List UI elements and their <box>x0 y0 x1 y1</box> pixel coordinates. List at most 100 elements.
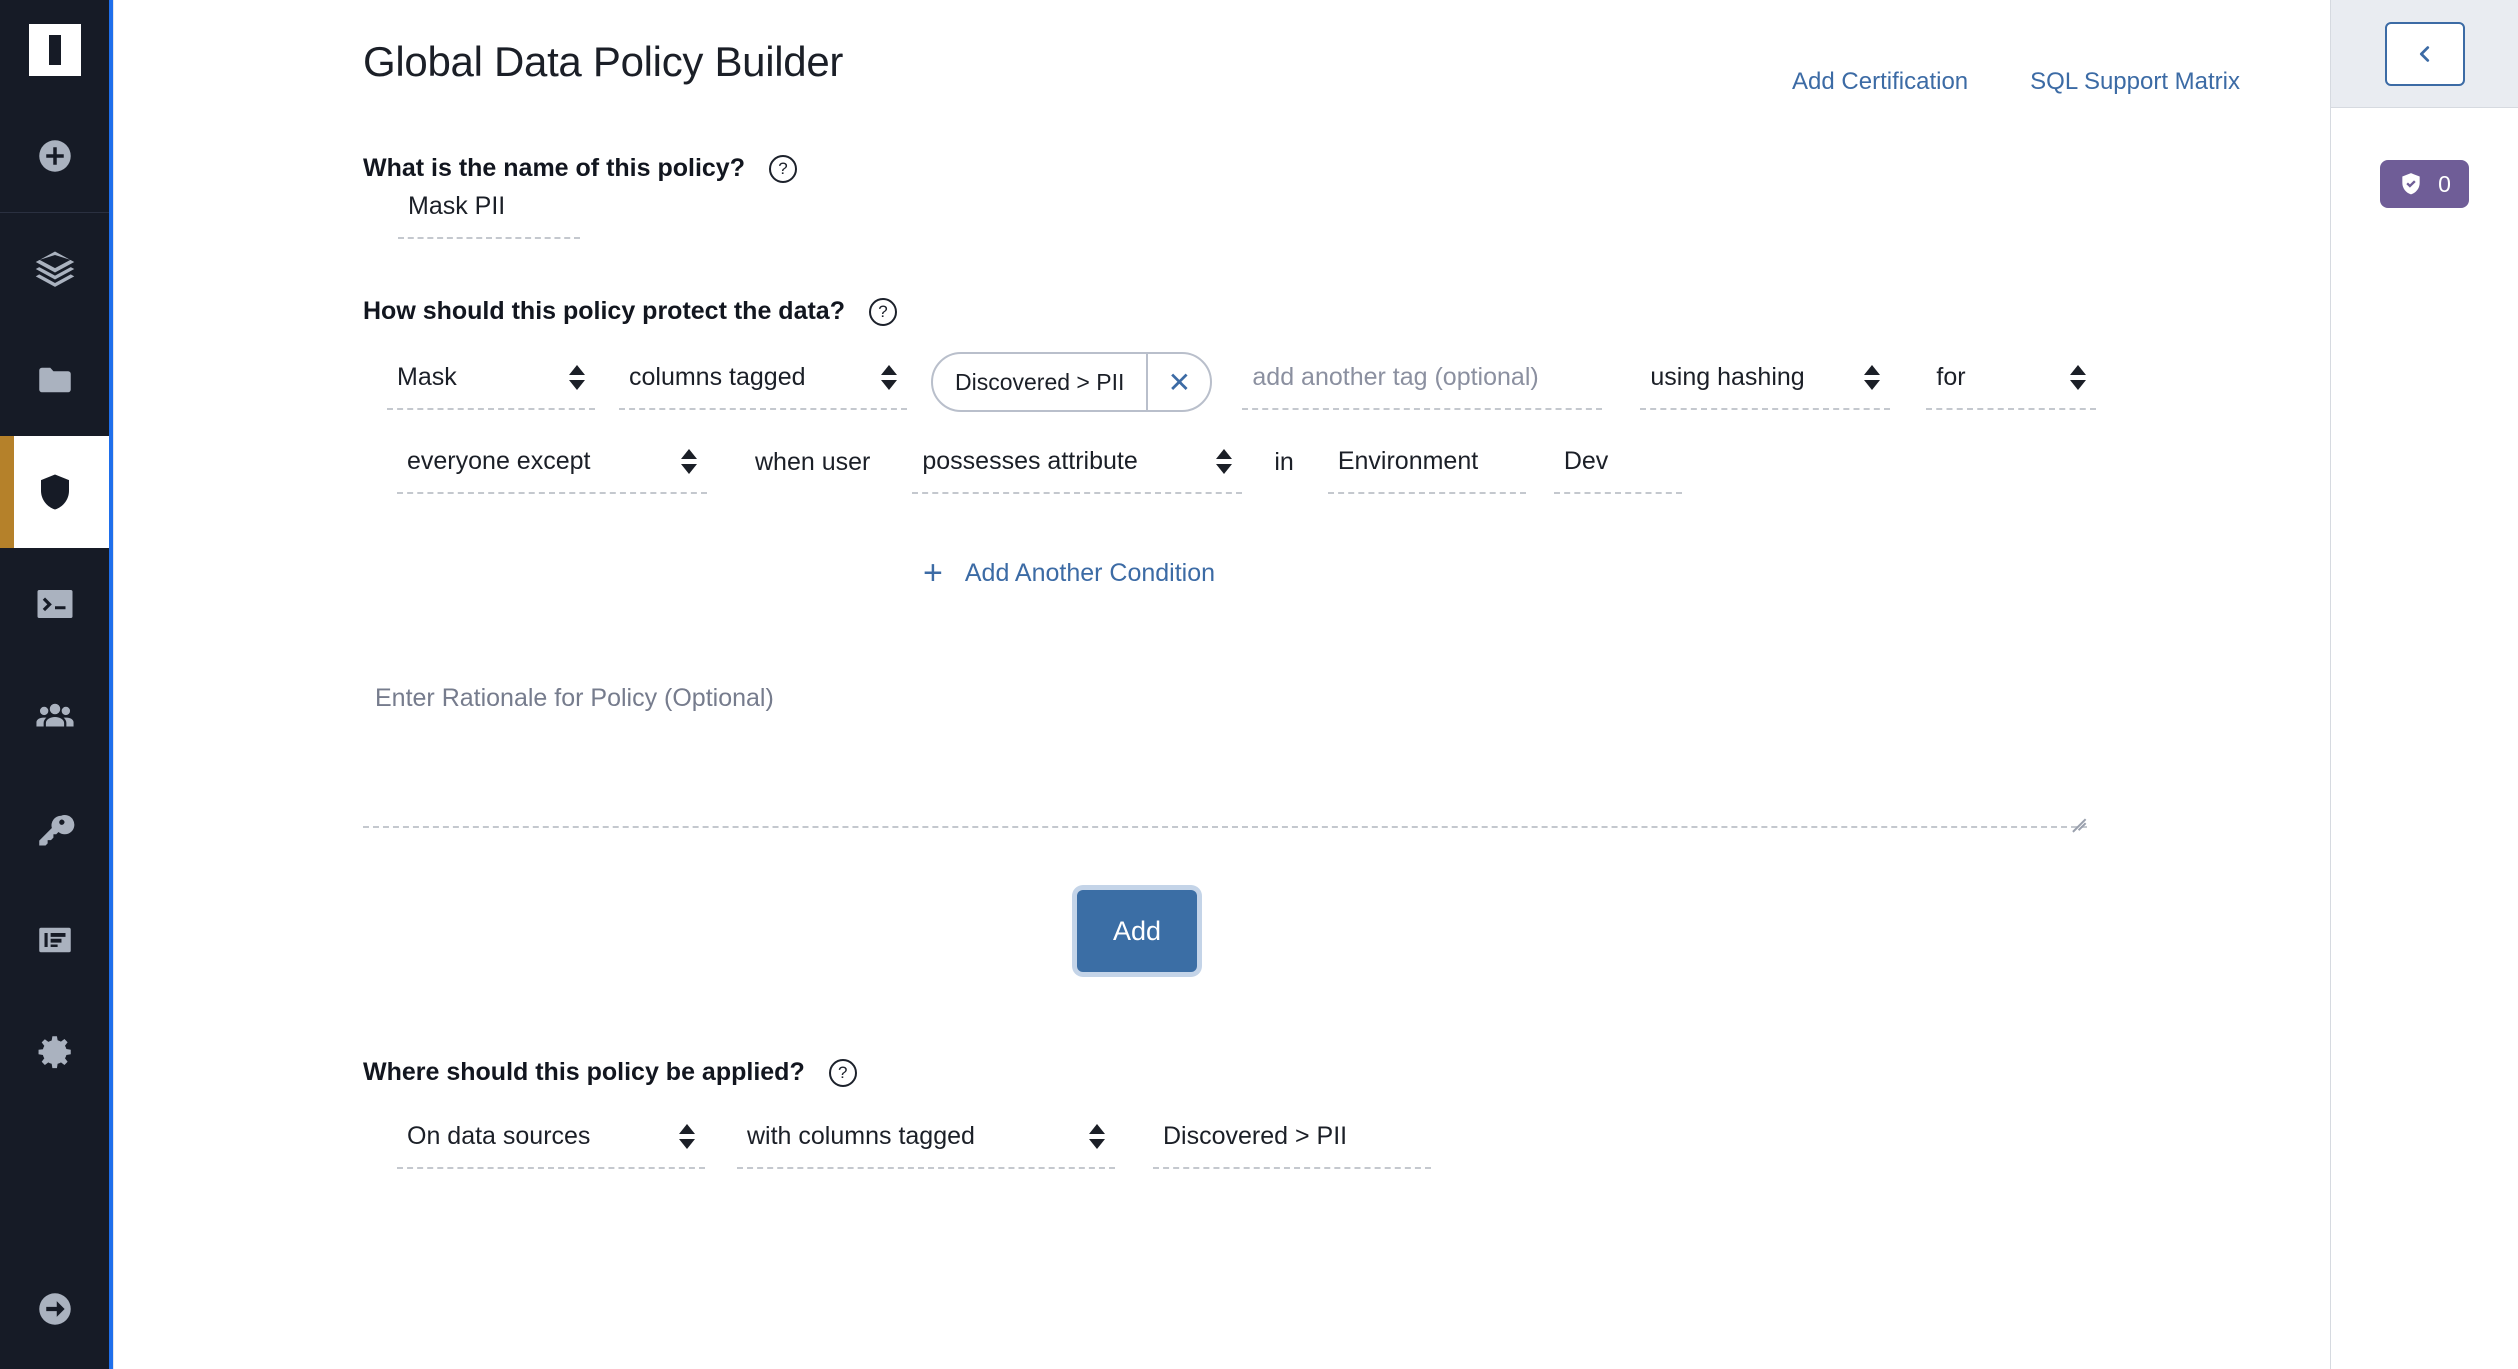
in-label: in <box>1264 438 1303 494</box>
where-row: On data sources with columns tagged Disc… <box>363 1113 2330 1169</box>
sidebar-item-users[interactable] <box>0 660 109 772</box>
predicate-value: possesses attribute <box>922 446 1138 475</box>
chevron-updown-icon[interactable] <box>865 364 897 390</box>
method-select[interactable]: using hashing <box>1640 354 1891 410</box>
audience-select[interactable]: everyone except <box>397 438 707 494</box>
policy-name-value: Mask PII <box>408 191 506 220</box>
right-panel: 0 <box>2330 0 2518 1369</box>
chevron-updown-icon[interactable] <box>553 364 585 390</box>
attribute-value-value: Dev <box>1563 446 1609 475</box>
action-value: Mask <box>397 362 457 391</box>
status-badge[interactable]: 0 <box>2380 160 2469 208</box>
sidebar-item-add[interactable] <box>0 100 109 212</box>
add-tag-placeholder: add another tag (optional) <box>1252 362 1539 391</box>
plus-circle-icon <box>38 140 71 172</box>
sidebar-item-keys[interactable] <box>0 772 109 884</box>
protect-question: How should this policy protect the data? <box>363 297 845 325</box>
attribute-key-input[interactable]: Environment <box>1327 438 1526 494</box>
scope-value: for <box>1936 362 1966 391</box>
main-content: Global Data Policy Builder Add Certifica… <box>113 0 2330 1369</box>
add-another-condition-button[interactable]: + Add Another Condition <box>923 556 1215 590</box>
add-tag-input[interactable]: add another tag (optional) <box>1242 354 1603 410</box>
audience-value: everyone except <box>407 446 591 475</box>
chevron-updown-icon[interactable] <box>663 1123 695 1149</box>
sql-support-matrix-link[interactable]: SQL Support Matrix <box>2030 68 2240 96</box>
where-tag-value: Discovered > PII <box>1163 1121 1348 1150</box>
when-user-text: when user <box>755 447 871 476</box>
where-filter-select[interactable]: with columns tagged <box>737 1113 1115 1169</box>
method-value: using hashing <box>1650 362 1805 391</box>
where-question: Where should this policy be applied? <box>363 1058 805 1086</box>
layers-icon <box>35 251 74 287</box>
terminal-icon <box>37 590 72 618</box>
help-icon[interactable]: ? <box>828 1058 857 1087</box>
chevron-updown-icon[interactable] <box>1200 448 1233 474</box>
sidebar-item-settings[interactable] <box>0 996 109 1108</box>
app-root: Global Data Policy Builder Add Certifica… <box>0 0 2518 1369</box>
page-header: Global Data Policy Builder Add Certifica… <box>114 0 2330 96</box>
where-scope-select[interactable]: On data sources <box>397 1113 705 1169</box>
collapse-panel-button[interactable] <box>2384 21 2465 86</box>
plus-icon: + <box>923 554 943 592</box>
where-filter-value: with columns tagged <box>747 1121 975 1150</box>
folder-icon <box>38 367 71 393</box>
shield-icon <box>40 474 69 510</box>
add-certification-link[interactable]: Add Certification <box>1792 68 1968 96</box>
where-tag-input[interactable]: Discovered > PII <box>1153 1113 1431 1169</box>
left-sidebar <box>0 0 113 1369</box>
rationale-placeholder: Enter Rationale for Policy (Optional) <box>375 684 774 712</box>
tag-chip-label: Discovered > PII <box>955 368 1125 395</box>
report-icon <box>38 927 71 953</box>
predicate-select[interactable]: possesses attribute <box>912 438 1243 494</box>
sidebar-item-policies[interactable] <box>0 436 109 548</box>
attribute-key-value: Environment <box>1337 446 1479 475</box>
app-logo-mark <box>28 24 81 76</box>
sidebar-item-logout[interactable] <box>0 1249 109 1369</box>
sidebar-item-catalog[interactable] <box>0 324 109 436</box>
add-button-container: Add <box>114 890 2330 972</box>
logout-icon <box>38 1293 71 1325</box>
chevron-updown-icon[interactable] <box>1073 1123 1105 1149</box>
chevron-left-icon <box>2419 45 2429 62</box>
when-user-label: when user <box>745 438 880 494</box>
key-icon <box>38 815 74 846</box>
help-icon[interactable]: ? <box>868 297 897 326</box>
sidebar-item-data-sources[interactable] <box>0 212 109 324</box>
target-select[interactable]: columns tagged <box>619 354 907 410</box>
condition-row-2: everyone except when user possesses attr… <box>363 438 2330 494</box>
target-value: columns tagged <box>629 362 806 391</box>
protect-section: How should this policy protect the data?… <box>114 297 2330 590</box>
policy-name-input[interactable]: Mask PII <box>398 183 580 239</box>
where-scope-value: On data sources <box>407 1121 591 1150</box>
in-text: in <box>1274 447 1294 476</box>
policy-name-question-row: What is the name of this policy? ? <box>363 154 2330 183</box>
resize-handle-icon[interactable] <box>2067 804 2087 824</box>
chevron-updown-icon[interactable] <box>665 448 697 474</box>
policy-name-question: What is the name of this policy? <box>363 154 745 182</box>
close-icon[interactable]: ✕ <box>1146 354 1210 410</box>
protect-question-row: How should this policy protect the data?… <box>363 297 2330 326</box>
chevron-updown-icon[interactable] <box>2054 364 2087 390</box>
add-another-condition-label: Add Another Condition <box>964 558 1216 587</box>
page-title: Global Data Policy Builder <box>363 38 844 85</box>
sidebar-item-reports[interactable] <box>0 884 109 996</box>
condition-row-1: Mask columns tagged Discovered > PII ✕ a… <box>363 352 2330 412</box>
header-links: Add Certification SQL Support Matrix <box>1792 36 2240 96</box>
rationale-textarea[interactable]: Enter Rationale for Policy (Optional) <box>363 678 2087 828</box>
action-select[interactable]: Mask <box>387 354 595 410</box>
status-badge-count: 0 <box>2438 170 2451 197</box>
attribute-value-input[interactable]: Dev <box>1553 438 1682 494</box>
where-section: Where should this policy be applied? ? O… <box>114 1058 2330 1169</box>
gear-icon <box>38 1036 71 1069</box>
right-panel-header <box>2331 0 2518 108</box>
where-question-row: Where should this policy be applied? ? <box>363 1058 2330 1087</box>
app-logo[interactable] <box>0 0 109 100</box>
help-icon[interactable]: ? <box>768 154 797 183</box>
add-button[interactable]: Add <box>1077 890 1197 972</box>
scope-select[interactable]: for <box>1926 354 2097 410</box>
chevron-updown-icon[interactable] <box>1848 364 1881 390</box>
sidebar-item-query[interactable] <box>0 548 109 660</box>
policy-name-section: What is the name of this policy? ? Mask … <box>114 154 2330 239</box>
tag-chip[interactable]: Discovered > PII ✕ <box>931 352 1213 412</box>
